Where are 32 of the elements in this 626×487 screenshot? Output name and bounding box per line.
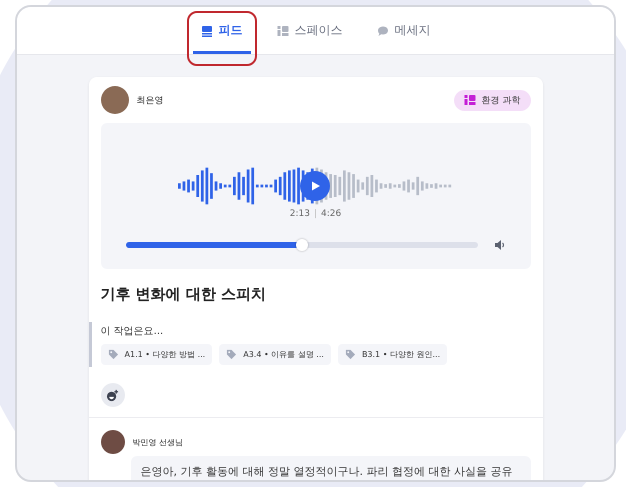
volume-icon[interactable] bbox=[494, 239, 506, 251]
progress-thumb[interactable] bbox=[296, 239, 308, 251]
standard-chip[interactable]: B3.1 • 다양한 원인... bbox=[338, 344, 448, 365]
tab[interactable]: 피드 bbox=[192, 7, 250, 54]
post-title: 기후 변화에 대한 스피치 bbox=[100, 285, 268, 304]
standard-chip[interactable]: A1.1 • 다양한 방법 ... bbox=[100, 344, 212, 365]
play-icon bbox=[309, 180, 321, 192]
chat-bubble-icon bbox=[376, 24, 388, 36]
add-reaction-button[interactable] bbox=[100, 383, 124, 407]
comment-text: 은영아, 기후 활동에 대해 정말 열정적이구나. 파리 협정에 대한 사실을 공유 bbox=[130, 456, 530, 480]
highlight-ring bbox=[186, 11, 256, 66]
play-button[interactable] bbox=[300, 171, 330, 201]
total-time: 4:26 bbox=[321, 209, 342, 219]
task-label: 이 작업은요... bbox=[100, 325, 164, 338]
feed-icon bbox=[200, 24, 212, 36]
author-name: 최은영 bbox=[136, 94, 164, 106]
current-time: 2:13 bbox=[290, 209, 310, 219]
smiley-plus-icon bbox=[106, 388, 119, 402]
standard-chip[interactable]: A3.4 • 이유를 설명 ... bbox=[219, 344, 331, 365]
subject-tag[interactable]: 환경 과학 bbox=[454, 90, 530, 110]
time-separator: | bbox=[314, 209, 318, 219]
avatar bbox=[100, 430, 124, 454]
grid-icon bbox=[464, 94, 476, 106]
tab[interactable]: 스페이스 bbox=[268, 7, 350, 54]
tab[interactable]: 메세지 bbox=[368, 7, 438, 54]
grid-icon bbox=[276, 24, 288, 36]
progress-track[interactable] bbox=[126, 242, 478, 248]
tag-icon bbox=[226, 349, 238, 360]
commenter-name: 박민영 선생님 bbox=[132, 436, 184, 448]
tag-icon bbox=[344, 349, 356, 360]
tag-icon bbox=[108, 349, 118, 360]
avatar bbox=[100, 86, 128, 114]
